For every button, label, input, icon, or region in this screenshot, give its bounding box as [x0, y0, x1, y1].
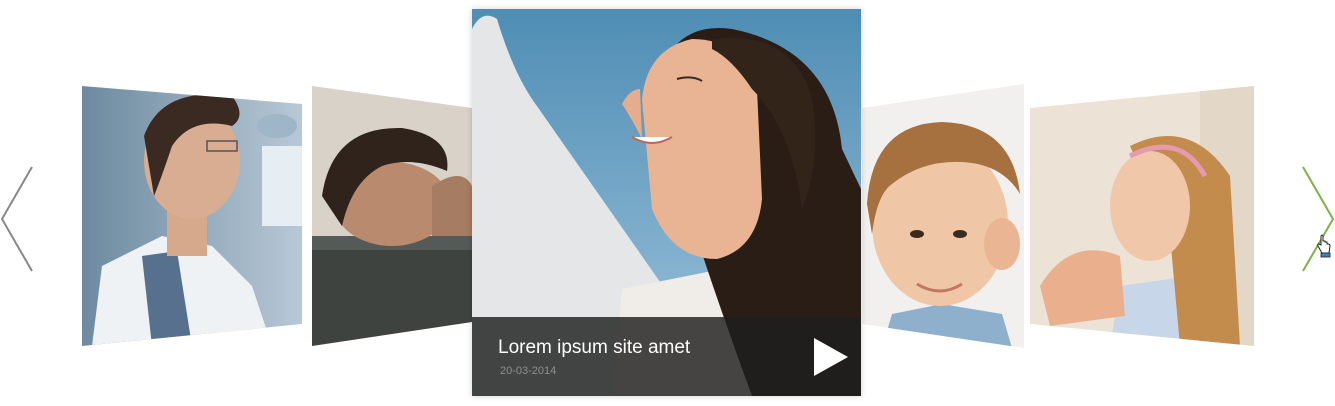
play-icon — [814, 338, 848, 376]
carousel-slide-child[interactable] — [862, 84, 1024, 348]
play-button[interactable] — [812, 338, 848, 376]
tired-man-photo — [312, 86, 472, 346]
slide-date: 20-03-2014 — [500, 365, 557, 377]
carousel-slide-girl[interactable] — [1030, 86, 1254, 346]
doctor-photo — [82, 86, 302, 346]
hand-cursor-icon — [1316, 234, 1332, 258]
child-ear-photo — [862, 84, 1024, 348]
image-carousel: Lorem ipsum site amet 20-03-2014 — [0, 0, 1335, 406]
chevron-left-icon — [0, 166, 33, 272]
slide-title[interactable]: Lorem ipsum site amet — [498, 337, 690, 359]
carousel-slide-tired-man[interactable] — [312, 86, 472, 346]
slide-caption: Lorem ipsum site amet 20-03-2014 — [472, 317, 861, 396]
carousel-prev-button[interactable] — [0, 165, 40, 273]
carousel-slide-doctor[interactable] — [82, 86, 302, 346]
girl-throat-exam-photo — [1030, 86, 1254, 346]
carousel-slide-active[interactable]: Lorem ipsum site amet 20-03-2014 — [472, 9, 861, 396]
